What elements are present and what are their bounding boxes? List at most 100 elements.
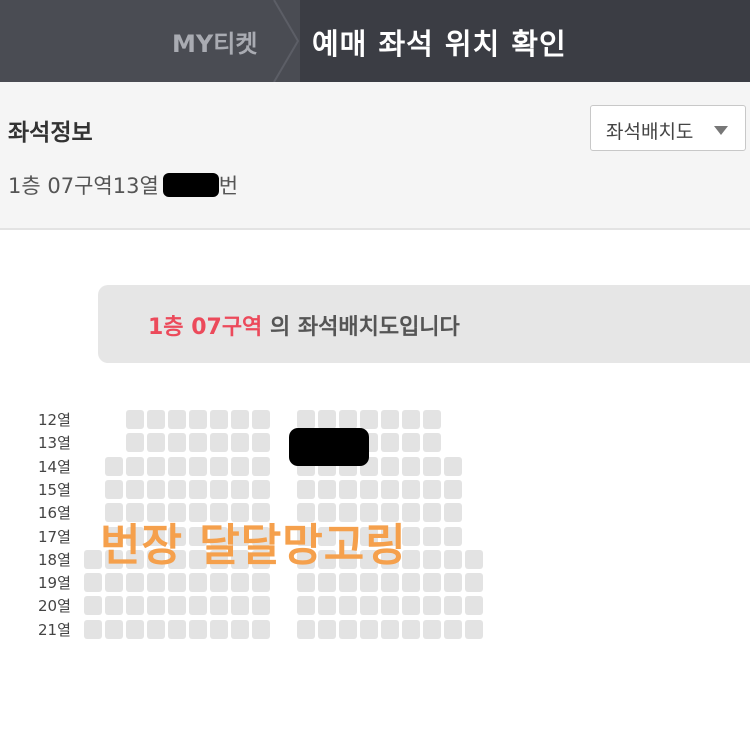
seat[interactable] <box>126 596 144 616</box>
seat[interactable] <box>210 433 228 453</box>
seat[interactable] <box>465 596 483 616</box>
seat[interactable] <box>318 573 336 593</box>
seat[interactable] <box>168 573 186 593</box>
seat[interactable] <box>210 573 228 593</box>
seat[interactable] <box>444 573 462 593</box>
seat[interactable] <box>231 619 249 639</box>
seat[interactable] <box>423 503 441 523</box>
seat[interactable] <box>252 456 270 476</box>
seat[interactable] <box>423 549 441 569</box>
seat[interactable] <box>465 573 483 593</box>
seat[interactable] <box>402 433 420 453</box>
seat[interactable] <box>126 573 144 593</box>
seat[interactable] <box>126 456 144 476</box>
seat[interactable] <box>252 573 270 593</box>
seat[interactable] <box>210 456 228 476</box>
seat[interactable] <box>231 456 249 476</box>
seat[interactable] <box>297 410 315 429</box>
seat[interactable] <box>147 479 165 499</box>
seat[interactable] <box>252 596 270 616</box>
seat[interactable] <box>297 573 315 593</box>
seat[interactable] <box>402 479 420 499</box>
seat[interactable] <box>210 479 228 499</box>
seat[interactable] <box>381 596 399 616</box>
seat[interactable] <box>189 596 207 616</box>
seat[interactable] <box>444 479 462 499</box>
seat[interactable] <box>105 479 123 499</box>
seat[interactable] <box>465 549 483 569</box>
seat[interactable] <box>318 619 336 639</box>
seat[interactable] <box>84 619 102 639</box>
seat[interactable] <box>105 456 123 476</box>
seat[interactable] <box>444 456 462 476</box>
seat[interactable] <box>105 573 123 593</box>
seat[interactable] <box>444 526 462 546</box>
seat[interactable] <box>444 596 462 616</box>
seat[interactable] <box>297 619 315 639</box>
seat[interactable] <box>360 619 378 639</box>
seat[interactable] <box>252 410 270 429</box>
seat[interactable] <box>168 433 186 453</box>
seat[interactable] <box>360 596 378 616</box>
seat[interactable] <box>318 596 336 616</box>
seat[interactable] <box>105 619 123 639</box>
seat[interactable] <box>252 479 270 499</box>
seat[interactable] <box>423 433 441 453</box>
seat[interactable] <box>423 619 441 639</box>
breadcrumb[interactable]: MY티켓 <box>0 0 300 82</box>
seat[interactable] <box>297 479 315 499</box>
seat[interactable] <box>189 456 207 476</box>
seat[interactable] <box>210 410 228 429</box>
seat[interactable] <box>189 619 207 639</box>
seat[interactable] <box>423 410 441 429</box>
seat[interactable] <box>210 619 228 639</box>
seat-layout-dropdown[interactable]: 좌석배치도 <box>590 105 746 151</box>
seat[interactable] <box>360 479 378 499</box>
seat[interactable] <box>189 479 207 499</box>
seat[interactable] <box>402 596 420 616</box>
seat[interactable] <box>381 619 399 639</box>
seat[interactable] <box>252 433 270 453</box>
seat[interactable] <box>381 456 399 476</box>
seat[interactable] <box>318 410 336 429</box>
seat[interactable] <box>423 573 441 593</box>
seat[interactable] <box>126 433 144 453</box>
seat[interactable] <box>402 573 420 593</box>
seat[interactable] <box>381 433 399 453</box>
seat[interactable] <box>168 479 186 499</box>
seat[interactable] <box>168 410 186 429</box>
seat[interactable] <box>423 596 441 616</box>
seat[interactable] <box>84 573 102 593</box>
seat[interactable] <box>423 526 441 546</box>
seat[interactable] <box>147 456 165 476</box>
seat[interactable] <box>339 619 357 639</box>
seat[interactable] <box>168 456 186 476</box>
seat[interactable] <box>381 573 399 593</box>
breadcrumb-my-ticket[interactable]: MY티켓 <box>172 24 257 59</box>
seat[interactable] <box>297 596 315 616</box>
seat[interactable] <box>147 619 165 639</box>
seat[interactable] <box>84 596 102 616</box>
seat[interactable] <box>444 549 462 569</box>
seat[interactable] <box>231 479 249 499</box>
seat[interactable] <box>231 573 249 593</box>
seat[interactable] <box>231 433 249 453</box>
seat[interactable] <box>168 596 186 616</box>
seat[interactable] <box>189 410 207 429</box>
seat[interactable] <box>210 596 228 616</box>
seat[interactable] <box>444 619 462 639</box>
seat[interactable] <box>381 479 399 499</box>
seat[interactable] <box>339 410 357 429</box>
seat[interactable] <box>339 573 357 593</box>
seat[interactable] <box>252 619 270 639</box>
seat[interactable] <box>423 479 441 499</box>
seat[interactable] <box>168 619 186 639</box>
seat[interactable] <box>360 410 378 429</box>
seat[interactable] <box>189 573 207 593</box>
seat[interactable] <box>444 503 462 523</box>
seat[interactable] <box>402 456 420 476</box>
seat[interactable] <box>360 573 378 593</box>
seat[interactable] <box>189 433 207 453</box>
seat[interactable] <box>465 619 483 639</box>
seat[interactable] <box>126 410 144 429</box>
